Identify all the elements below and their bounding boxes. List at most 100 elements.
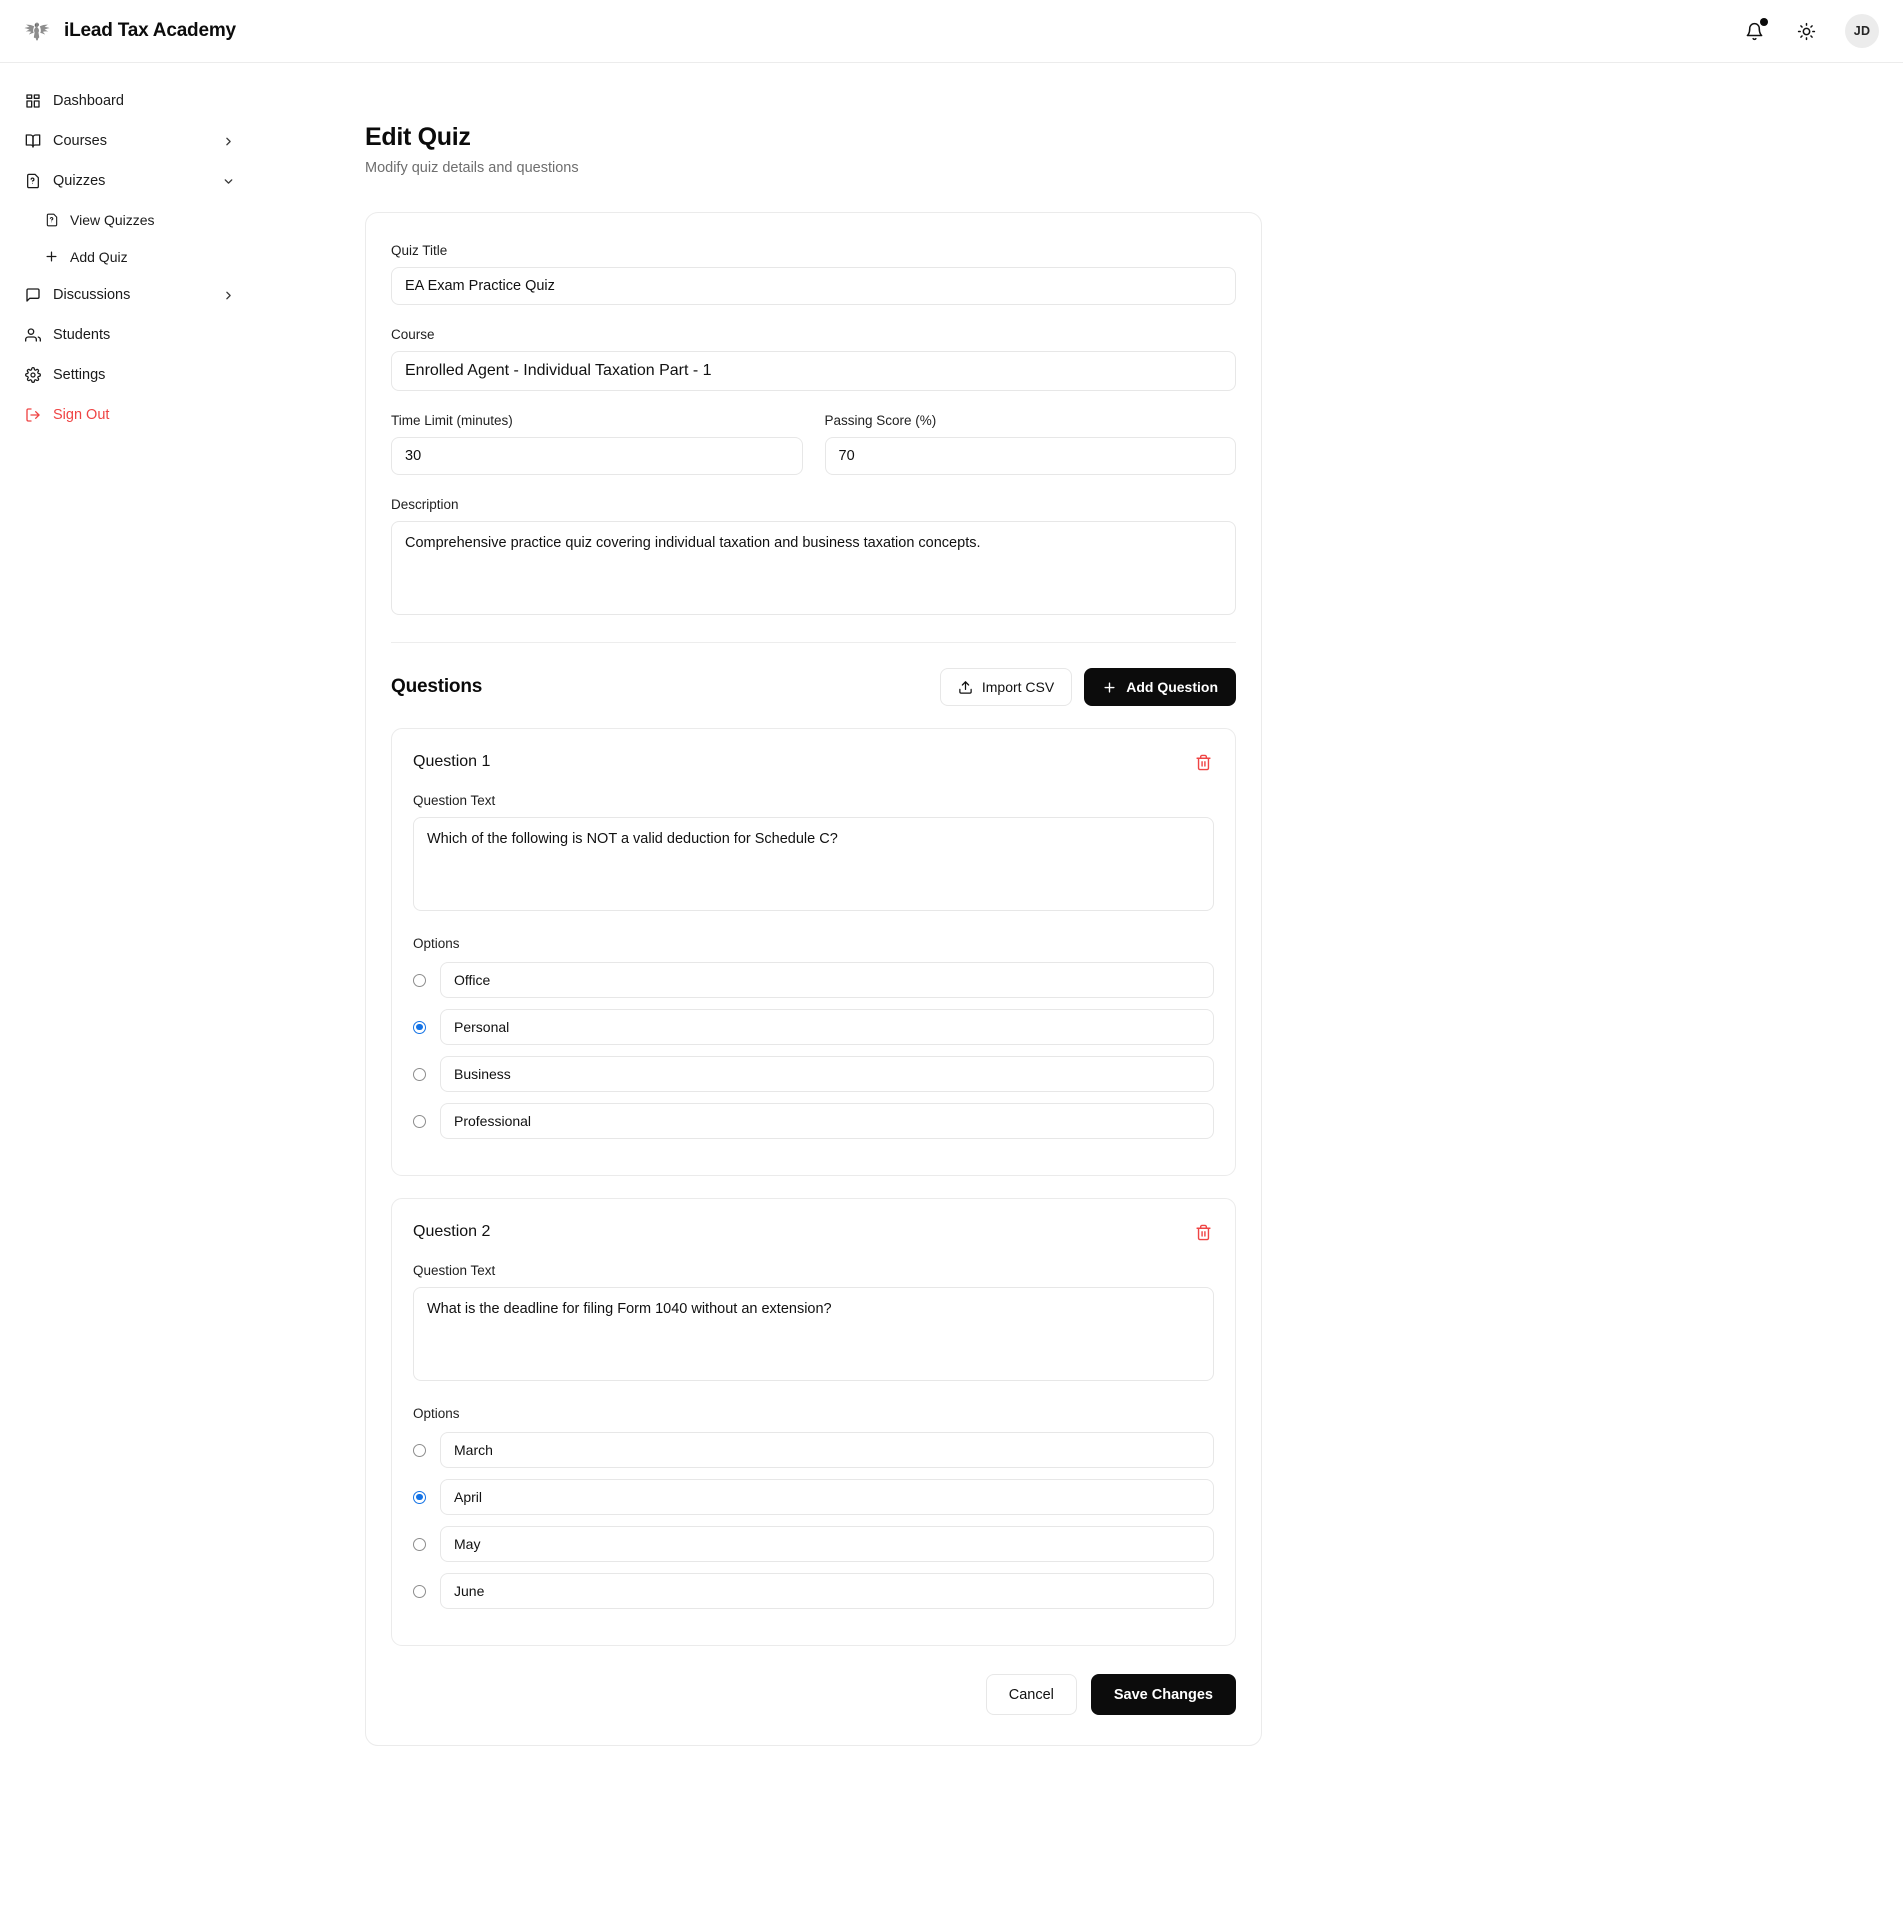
top-bar: iLead Tax Academy JD — [0, 0, 1903, 63]
description-textarea[interactable]: Comprehensive practice quiz covering ind… — [391, 521, 1236, 615]
question-text-input[interactable]: What is the deadline for filing Form 104… — [413, 1287, 1214, 1381]
option-row — [413, 1103, 1214, 1139]
sidebar-label: Discussions — [53, 287, 131, 303]
passing-score-label: Passing Score (%) — [824, 413, 937, 428]
plus-icon — [1102, 680, 1117, 695]
sun-icon — [1797, 22, 1816, 41]
main-content: Edit Quiz Modify quiz details and questi… — [260, 63, 1903, 1746]
sidebar-label: Sign Out — [53, 407, 110, 423]
add-question-button[interactable]: Add Question — [1084, 668, 1236, 706]
option-radio[interactable] — [413, 1537, 426, 1551]
delete-question-button[interactable] — [1192, 751, 1214, 773]
add-question-label: Add Question — [1126, 679, 1218, 695]
import-csv-button[interactable]: Import CSV — [939, 668, 1073, 706]
time-limit-input[interactable] — [391, 437, 803, 475]
description-field: Description Comprehensive practice quiz … — [391, 497, 1236, 620]
question-text-label: Question Text — [413, 1263, 496, 1278]
option-input[interactable] — [440, 1009, 1214, 1045]
top-bar-actions: JD — [1741, 14, 1879, 48]
page-subtitle: Modify quiz details and questions — [365, 160, 579, 176]
sidebar: Dashboard Courses Quizzes View Quizzes A… — [0, 63, 260, 435]
question-card-header: Question 2 — [413, 1221, 1214, 1243]
sidebar-item-courses[interactable]: Courses — [14, 121, 246, 161]
question-card-header: Question 1 — [413, 751, 1214, 773]
option-radio[interactable] — [413, 1114, 426, 1128]
option-radio[interactable] — [413, 1020, 426, 1034]
users-icon — [24, 327, 41, 344]
sidebar-label: Dashboard — [53, 93, 124, 109]
form-footer-actions: Cancel Save Changes — [391, 1674, 1236, 1715]
option-radio[interactable] — [413, 1584, 426, 1598]
questions-header: Questions Import CSV Add Question — [391, 668, 1236, 706]
option-input[interactable] — [440, 1103, 1214, 1139]
edit-quiz-card: Quiz Title Course Time Limit (minutes) P… — [365, 212, 1262, 1746]
option-input[interactable] — [440, 1573, 1214, 1609]
chevron-right-icon — [222, 288, 236, 302]
option-radio[interactable] — [413, 1443, 426, 1457]
course-input[interactable] — [391, 351, 1236, 391]
cancel-button[interactable]: Cancel — [985, 1674, 1077, 1715]
quiz-file-icon — [44, 212, 59, 227]
page-title: Edit Quiz — [365, 123, 471, 151]
quiz-file-icon — [24, 173, 41, 190]
option-radio[interactable] — [413, 973, 426, 987]
limits-row: Time Limit (minutes) Passing Score (%) — [391, 413, 1236, 497]
brand-name: iLead Tax Academy — [64, 20, 236, 41]
sidebar-item-dashboard[interactable]: Dashboard — [14, 81, 246, 121]
option-input[interactable] — [440, 1479, 1214, 1515]
delete-question-button[interactable] — [1192, 1221, 1214, 1243]
plus-icon — [44, 249, 59, 264]
option-row — [413, 1432, 1214, 1468]
notification-dot — [1760, 18, 1768, 26]
sidebar-item-add-quiz[interactable]: Add Quiz — [34, 238, 246, 275]
page-shell: Dashboard Courses Quizzes View Quizzes A… — [0, 63, 1903, 1746]
quiz-title-label: Quiz Title — [391, 243, 448, 258]
option-input[interactable] — [440, 1056, 1214, 1092]
brand[interactable]: iLead Tax Academy — [22, 16, 236, 46]
sidebar-item-students[interactable]: Students — [14, 315, 246, 355]
sidebar-label: View Quizzes — [70, 211, 155, 228]
sidebar-label: Courses — [53, 133, 107, 149]
chevron-down-icon — [222, 174, 236, 188]
sidebar-item-quizzes[interactable]: Quizzes — [14, 161, 246, 201]
sidebar-label: Quizzes — [53, 173, 106, 189]
description-label: Description — [391, 497, 459, 512]
option-input[interactable] — [440, 962, 1214, 998]
user-avatar[interactable]: JD — [1845, 14, 1879, 48]
quiz-title-input[interactable] — [391, 267, 1236, 305]
sidebar-item-sign-out[interactable]: Sign Out — [14, 395, 246, 435]
question-text-label: Question Text — [413, 793, 496, 808]
chat-icon — [24, 287, 41, 304]
eagle-logo-icon — [22, 16, 52, 46]
sidebar-label: Students — [53, 327, 111, 343]
option-row — [413, 1056, 1214, 1092]
save-changes-button[interactable]: Save Changes — [1090, 1674, 1236, 1715]
option-row — [413, 962, 1214, 998]
question-text-input[interactable]: Which of the following is NOT a valid de… — [413, 817, 1214, 911]
trash-icon — [1195, 754, 1212, 771]
question-title: Question 2 — [413, 1223, 491, 1240]
questions-header-buttons: Import CSV Add Question — [939, 668, 1236, 706]
question-card: Question 1 Question Text Which of the fo… — [391, 728, 1236, 1176]
option-input[interactable] — [440, 1526, 1214, 1562]
theme-toggle-button[interactable] — [1793, 18, 1819, 44]
sidebar-item-view-quizzes[interactable]: View Quizzes — [34, 201, 246, 238]
sidebar-item-discussions[interactable]: Discussions — [14, 275, 246, 315]
upload-icon — [958, 680, 973, 695]
section-divider — [391, 642, 1236, 643]
time-limit-field: Time Limit (minutes) — [391, 413, 803, 475]
option-input[interactable] — [440, 1432, 1214, 1468]
option-row — [413, 1526, 1214, 1562]
sidebar-label: Settings — [53, 367, 106, 383]
option-radio[interactable] — [413, 1067, 426, 1081]
time-limit-label: Time Limit (minutes) — [391, 413, 513, 428]
quiz-title-field: Quiz Title — [391, 243, 1236, 305]
passing-score-input[interactable] — [824, 437, 1236, 475]
option-radio[interactable] — [413, 1490, 426, 1504]
logout-icon — [24, 407, 41, 424]
sidebar-label: Add Quiz — [70, 248, 128, 265]
passing-score-field: Passing Score (%) — [824, 413, 1236, 475]
sidebar-item-settings[interactable]: Settings — [14, 355, 246, 395]
notifications-button[interactable] — [1741, 18, 1768, 44]
gear-icon — [24, 367, 41, 384]
